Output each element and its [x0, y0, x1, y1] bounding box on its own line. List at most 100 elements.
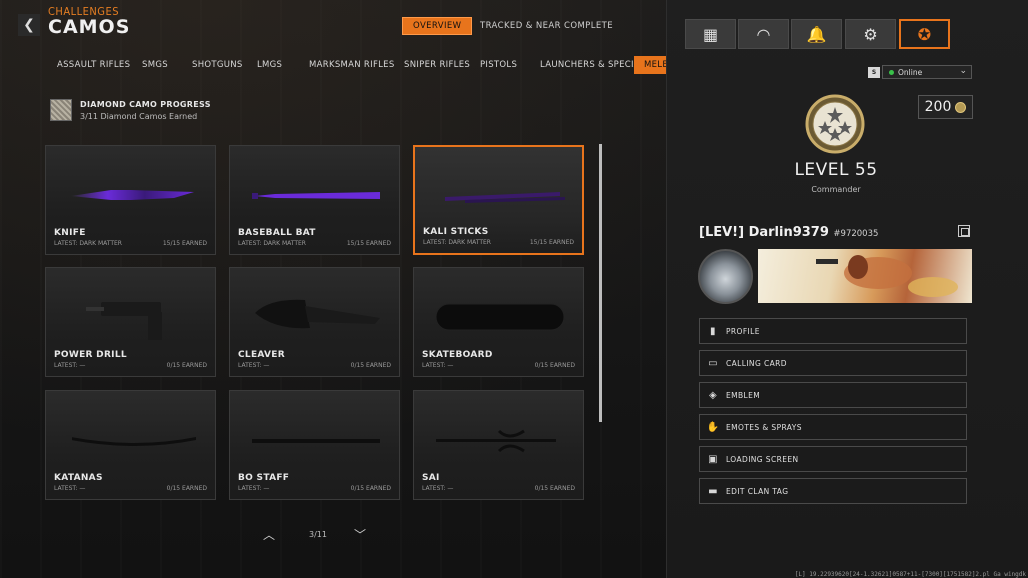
weapon-earned-count: 0/15 EARNED: [350, 362, 391, 369]
diamond-camo-icon: [50, 99, 72, 121]
player-emblem[interactable]: [698, 249, 753, 304]
weapon-latest-camo: LATEST: —: [422, 485, 454, 492]
weapon-latest-camo: LATEST: —: [54, 485, 86, 492]
tab-tracked[interactable]: TRACKED & NEAR COMPLETE: [470, 17, 623, 35]
progress-subtitle: 3/11 Diamond Camos Earned: [80, 112, 198, 121]
page-title: CAMOS: [48, 16, 131, 38]
online-dot-icon: [889, 69, 894, 75]
rank-insignia-icon: [805, 94, 865, 154]
menu-edit-clan-tag-button[interactable]: ▬ EDIT CLAN TAG: [699, 478, 967, 504]
weapon-card-katanas[interactable]: KATANAS LATEST: — 0/15 EARNED: [45, 390, 216, 500]
weapon-card-cleaver[interactable]: CLEAVER LATEST: — 0/15 EARNED: [229, 267, 400, 377]
nav-prestige-button[interactable]: ✪: [899, 19, 950, 49]
menu-label: LOADING SCREEN: [726, 454, 799, 464]
weapon-name: KALI STICKS: [423, 227, 489, 237]
weapon-name: KATANAS: [54, 473, 103, 483]
weapon-latest-camo: LATEST: DARK MATTER: [54, 240, 122, 247]
menu-label: EMOTES & SPRAYS: [726, 422, 802, 432]
weapon-earned-count: 0/15 EARNED: [534, 485, 575, 492]
page-up-button[interactable]: ︿: [263, 526, 275, 543]
weapon-name: BO STAFF: [238, 473, 290, 483]
weapon-latest-camo: LATEST: —: [422, 362, 454, 369]
menu-calling-card-button[interactable]: ▭ CALLING CARD: [699, 350, 967, 376]
weapon-earned-count: 0/15 EARNED: [166, 485, 207, 492]
menu-emotes-sprays-button[interactable]: ✋ EMOTES & SPRAYS: [699, 414, 967, 440]
weapon-latest-camo: LATEST: —: [238, 485, 270, 492]
prestige-icon: ✪: [917, 24, 932, 44]
menu-label: PROFILE: [726, 326, 760, 336]
cod-points-icon: [955, 101, 967, 113]
chevron-down-icon: ⌄: [959, 66, 967, 76]
category-shotguns[interactable]: SHOTGUNS: [192, 60, 243, 70]
page-indicator: 3/11: [309, 530, 327, 539]
nav-grid-button[interactable]: ▦: [685, 19, 736, 49]
player-level: LEVEL 55: [794, 160, 878, 180]
weapon-earned-count: 15/15 EARNED: [162, 240, 207, 247]
weapon-earned-count: 0/15 EARNED: [534, 362, 575, 369]
weapon-card-knife[interactable]: KNIFE LATEST: DARK MATTER 15/15 EARNED: [45, 145, 216, 255]
weapon-latest-camo: LATEST: —: [54, 362, 86, 369]
weapon-card-skateboard[interactable]: SKATEBOARD LATEST: — 0/15 EARNED: [413, 267, 584, 377]
category-pistols[interactable]: PISTOLS: [480, 60, 517, 70]
debug-code: [L] 19.22939620[24-1.32621]0587+11-[7300…: [794, 571, 1026, 578]
weapon-card-power-drill[interactable]: POWER DRILL LATEST: — 0/15 EARNED: [45, 267, 216, 377]
grid-icon: ▦: [702, 24, 719, 44]
gamertag-name: [LEV!] Darlin9379: [699, 225, 829, 240]
weapon-card-sai[interactable]: SAI LATEST: — 0/15 EARNED: [413, 390, 584, 500]
profile-icon: ▮: [710, 325, 716, 337]
player-calling-card[interactable]: [758, 249, 972, 303]
category-marksman-rifles[interactable]: MARKSMAN RIFLES: [309, 60, 395, 70]
weapon-latest-camo: LATEST: DARK MATTER: [423, 239, 491, 246]
tab-overview[interactable]: OVERVIEW: [402, 17, 473, 35]
emblem-icon: ◈: [708, 389, 718, 401]
weapon-name: POWER DRILL: [54, 350, 127, 360]
loading-screen-icon: ▣: [708, 453, 718, 465]
weapon-card-bo-staff[interactable]: BO STAFF LATEST: — 0/15 EARNED: [229, 390, 400, 500]
status-badge: S: [868, 67, 880, 78]
gamer-id: #9720035: [833, 229, 879, 239]
calling-card-icon: ▭: [708, 357, 718, 369]
scrollbar[interactable]: [599, 144, 602, 422]
menu-label: EMBLEM: [726, 390, 761, 400]
back-button[interactable]: ❮: [18, 14, 40, 36]
menu-emblem-button[interactable]: ◈ EMBLEM: [699, 382, 967, 408]
bell-icon: 🔔: [806, 24, 827, 44]
weapon-name: SAI: [422, 473, 440, 483]
weapon-latest-camo: LATEST: —: [238, 362, 270, 369]
menu-profile-button[interactable]: ▮ PROFILE: [699, 318, 967, 344]
emote-icon: ✋: [706, 421, 720, 433]
weapon-name: CLEAVER: [238, 350, 285, 360]
copy-icon[interactable]: [958, 225, 970, 237]
nav-notifications-button[interactable]: 🔔: [791, 19, 842, 49]
cod-points[interactable]: 200: [918, 95, 973, 119]
chevron-left-icon: ❮: [23, 17, 35, 33]
weapon-earned-count: 15/15 EARNED: [346, 240, 391, 247]
clan-tag-icon: ▬: [708, 485, 718, 497]
progress-title: DIAMOND CAMO PROGRESS: [80, 100, 211, 109]
weapon-earned-count: 0/15 EARNED: [166, 362, 207, 369]
category-sniper-rifles[interactable]: SNIPER RIFLES: [404, 60, 470, 70]
barracks-icon: ◠: [756, 24, 771, 44]
weapon-name: KNIFE: [54, 228, 86, 238]
weapon-card-kali-sticks[interactable]: KALI STICKS LATEST: DARK MATTER 15/15 EA…: [413, 145, 584, 255]
menu-label: CALLING CARD: [726, 358, 787, 368]
calling-card-art: [816, 255, 958, 297]
category-assault-rifles[interactable]: ASSAULT RIFLES: [57, 60, 130, 70]
category-smgs[interactable]: SMGS: [142, 60, 168, 70]
category-lmgs[interactable]: LMGS: [257, 60, 282, 70]
rank-title: Commander: [811, 185, 861, 194]
menu-label: EDIT CLAN TAG: [726, 486, 789, 496]
weapon-latest-camo: LATEST: DARK MATTER: [238, 240, 306, 247]
nav-barracks-button[interactable]: ◠: [738, 19, 789, 49]
cod-points-value: 200: [924, 99, 952, 115]
menu-loading-screen-button[interactable]: ▣ LOADING SCREEN: [699, 446, 967, 472]
weapon-name: BASEBALL BAT: [238, 228, 316, 238]
weapon-name: SKATEBOARD: [422, 350, 493, 360]
weapon-card-baseball-bat[interactable]: BASEBALL BAT LATEST: DARK MATTER 15/15 E…: [229, 145, 400, 255]
status-label: Online: [898, 67, 923, 77]
weapon-earned-count: 15/15 EARNED: [529, 239, 574, 246]
page-down-button[interactable]: ﹀: [354, 526, 366, 543]
nav-settings-button[interactable]: ⚙: [845, 19, 896, 49]
online-status-select[interactable]: Online ⌄: [882, 65, 972, 79]
weapon-earned-count: 0/15 EARNED: [350, 485, 391, 492]
